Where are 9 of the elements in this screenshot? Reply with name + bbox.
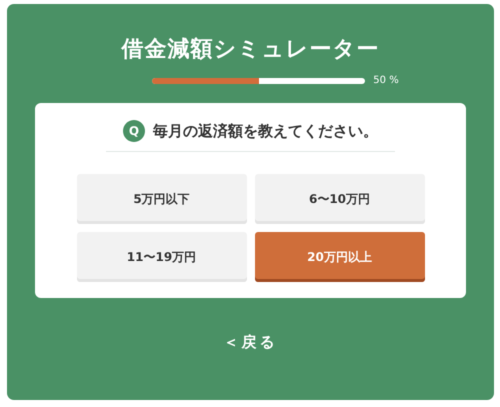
- question-text: 毎月の返済額を教えてください。: [153, 122, 378, 140]
- back-link[interactable]: ＜戻る: [224, 333, 278, 351]
- simulator-title: 借金減額シミュレーター: [122, 36, 380, 64]
- answer-option[interactable]: 20万円以上: [254, 232, 424, 282]
- progress-label: 50 %: [373, 75, 399, 86]
- answer-option[interactable]: 11〜19万円: [76, 232, 246, 282]
- answer-option[interactable]: 6〜10万円: [254, 174, 424, 224]
- question-badge: Q: [123, 120, 145, 142]
- answer-option[interactable]: 5万円以下: [76, 174, 246, 224]
